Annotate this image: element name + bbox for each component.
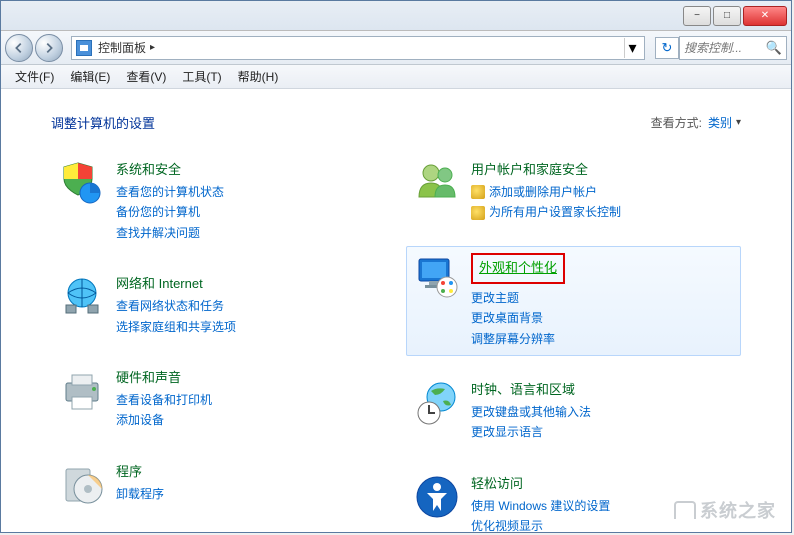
monitor-palette-icon [413, 253, 461, 301]
highlight-box: 外观和个性化 [471, 253, 565, 284]
titlebar: − □ ✕ [1, 1, 791, 31]
category-title[interactable]: 时钟、语言和区域 [471, 379, 575, 398]
category-title[interactable]: 网络和 Internet [116, 273, 203, 292]
category-system-security: 系统和安全 查看您的计算机状态 备份您的计算机 查找并解决问题 [51, 152, 386, 250]
right-column: 用户帐户和家庭安全 添加或删除用户帐户 为所有用户设置家长控制 [406, 152, 741, 532]
nav-buttons [5, 34, 65, 62]
control-panel-icon [76, 40, 92, 56]
category-title[interactable]: 硬件和声音 [116, 367, 181, 386]
menu-help[interactable]: 帮助(H) [230, 65, 287, 88]
breadcrumb-arrow-icon: ▸ [150, 42, 155, 53]
left-column: 系统和安全 查看您的计算机状态 备份您的计算机 查找并解决问题 [51, 152, 386, 532]
search-input[interactable] [684, 41, 764, 55]
breadcrumb[interactable]: 控制面板 [98, 39, 146, 56]
link-keyboard-input[interactable]: 更改键盘或其他输入法 [471, 402, 734, 422]
link-windows-suggestions[interactable]: 使用 Windows 建议的设置 [471, 496, 734, 516]
page-title: 调整计算机的设置 [51, 113, 651, 132]
shield-pie-icon [58, 159, 106, 207]
control-panel-window: − □ ✕ 控制面板 ▸ ▾ ↻ 🔍 文件(F) 编辑(E) [0, 0, 792, 533]
link-computer-status[interactable]: 查看您的计算机状态 [116, 182, 379, 202]
back-button[interactable] [5, 34, 33, 62]
link-backup[interactable]: 备份您的计算机 [116, 202, 379, 222]
link-screen-resolution[interactable]: 调整屏幕分辨率 [471, 329, 734, 349]
menu-tools[interactable]: 工具(T) [174, 65, 229, 88]
printer-icon [58, 367, 106, 415]
link-devices-printers[interactable]: 查看设备和打印机 [116, 390, 379, 410]
category-grid: 系统和安全 查看您的计算机状态 备份您的计算机 查找并解决问题 [51, 152, 741, 532]
disc-box-icon [58, 461, 106, 509]
navigation-bar: 控制面板 ▸ ▾ ↻ 🔍 [1, 31, 791, 65]
view-by-label: 查看方式: [651, 114, 702, 131]
link-parental-controls[interactable]: 为所有用户设置家长控制 [471, 202, 734, 222]
menu-bar: 文件(F) 编辑(E) 查看(V) 工具(T) 帮助(H) [1, 65, 791, 89]
content-area: 调整计算机的设置 查看方式: 类别 系统和安全 查看 [1, 89, 791, 532]
link-optimize-display[interactable]: 优化视频显示 [471, 516, 734, 532]
category-title[interactable]: 外观和个性化 [479, 257, 557, 276]
link-display-language[interactable]: 更改显示语言 [471, 422, 734, 442]
refresh-button[interactable]: ↻ [655, 37, 679, 59]
view-by-select[interactable]: 类别 [708, 114, 741, 131]
link-troubleshoot[interactable]: 查找并解决问题 [116, 223, 379, 243]
address-dropdown-icon[interactable]: ▾ [624, 38, 640, 58]
link-uninstall[interactable]: 卸载程序 [116, 484, 379, 504]
search-icon[interactable]: 🔍 [766, 40, 782, 56]
address-bar[interactable]: 控制面板 ▸ ▾ [71, 36, 645, 60]
category-hardware: 硬件和声音 查看设备和打印机 添加设备 [51, 360, 386, 438]
clock-globe-icon [413, 379, 461, 427]
link-desktop-background[interactable]: 更改桌面背景 [471, 308, 734, 328]
category-title[interactable]: 轻松访问 [471, 473, 523, 492]
close-button[interactable]: ✕ [743, 6, 787, 26]
category-appearance[interactable]: 外观和个性化 更改主题 更改桌面背景 调整屏幕分辨率 [406, 246, 741, 356]
globe-network-icon [58, 273, 106, 321]
category-title[interactable]: 用户帐户和家庭安全 [471, 159, 588, 178]
link-homegroup[interactable]: 选择家庭组和共享选项 [116, 317, 379, 337]
category-programs: 程序 卸载程序 [51, 454, 386, 516]
maximize-button[interactable]: □ [713, 6, 741, 26]
link-add-device[interactable]: 添加设备 [116, 410, 379, 430]
category-clock-region: 时钟、语言和区域 更改键盘或其他输入法 更改显示语言 [406, 372, 741, 450]
category-network: 网络和 Internet 查看网络状态和任务 选择家庭组和共享选项 [51, 266, 386, 344]
category-users: 用户帐户和家庭安全 添加或删除用户帐户 为所有用户设置家长控制 [406, 152, 741, 230]
link-change-theme[interactable]: 更改主题 [471, 288, 734, 308]
forward-button[interactable] [35, 34, 63, 62]
link-add-remove-users[interactable]: 添加或删除用户帐户 [471, 182, 734, 202]
menu-edit[interactable]: 编辑(E) [62, 65, 118, 88]
link-network-status[interactable]: 查看网络状态和任务 [116, 296, 379, 316]
menu-file[interactable]: 文件(F) [7, 65, 62, 88]
minimize-button[interactable]: − [683, 6, 711, 26]
ease-access-icon [413, 473, 461, 521]
category-title[interactable]: 系统和安全 [116, 159, 181, 178]
users-icon [413, 159, 461, 207]
menu-view[interactable]: 查看(V) [118, 65, 174, 88]
category-title[interactable]: 程序 [116, 461, 142, 480]
category-ease-of-access: 轻松访问 使用 Windows 建议的设置 优化视频显示 [406, 466, 741, 532]
header-row: 调整计算机的设置 查看方式: 类别 [51, 113, 741, 132]
search-box[interactable]: 🔍 [679, 36, 787, 60]
